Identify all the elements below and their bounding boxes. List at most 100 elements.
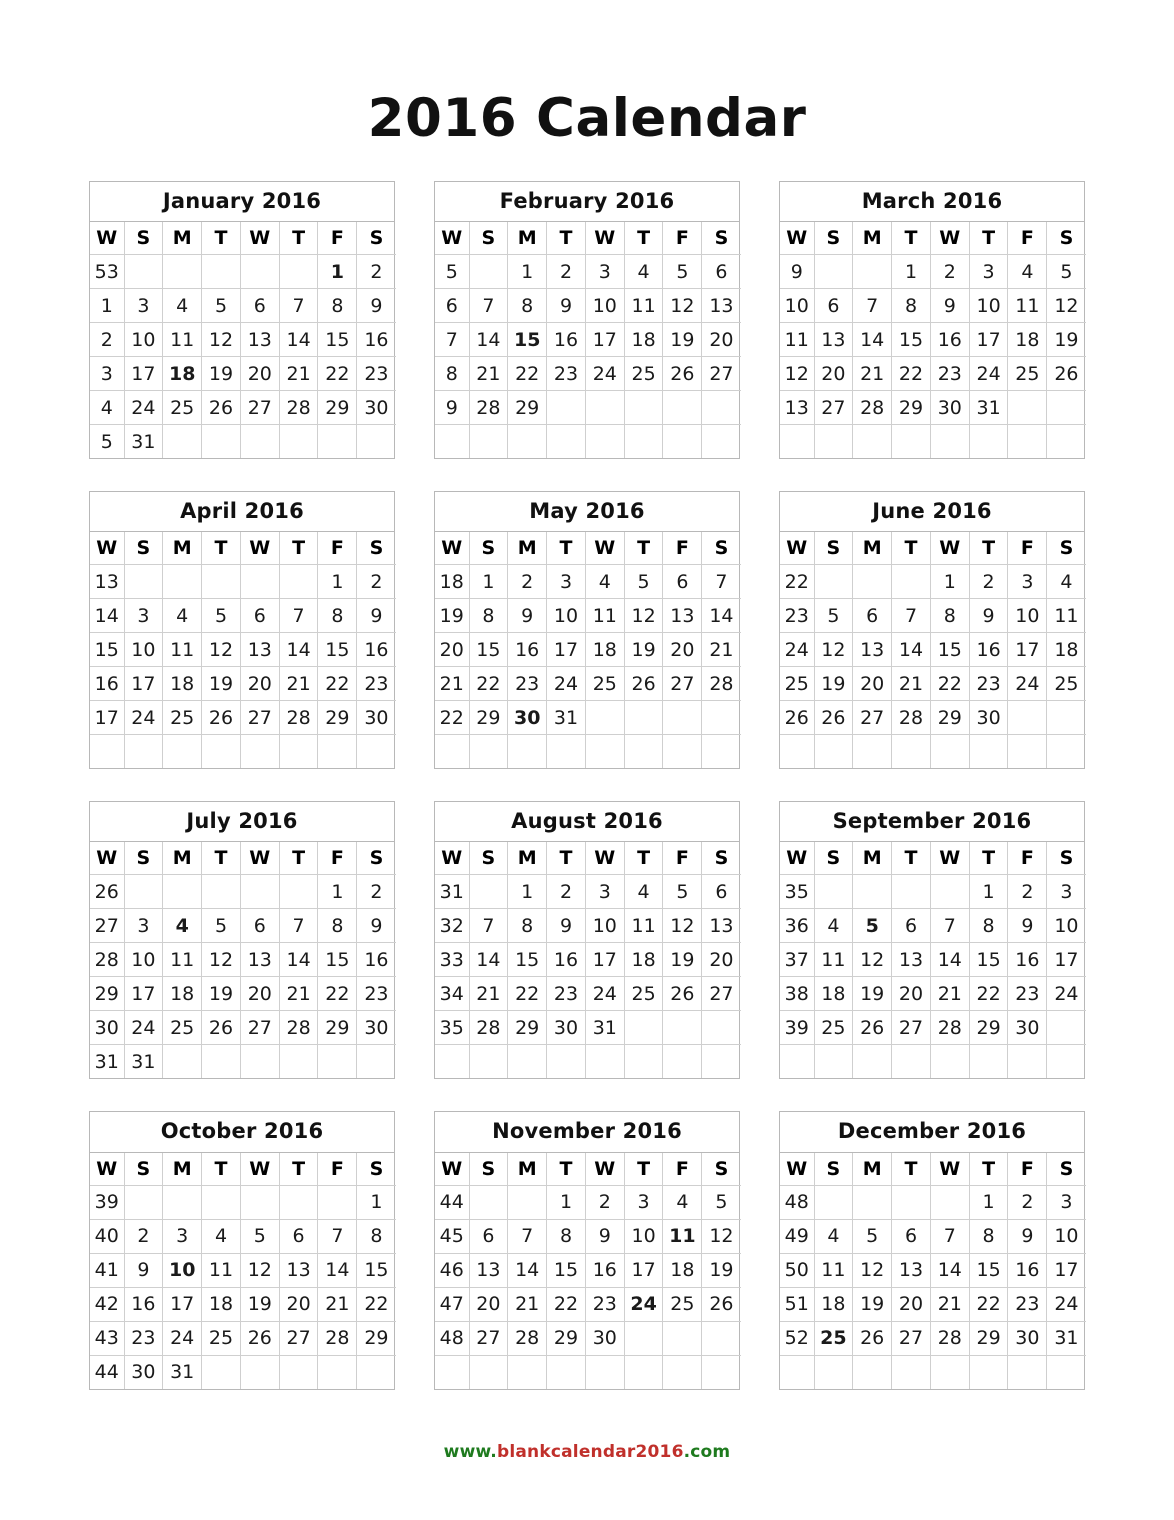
day-cell[interactable]: 30 [929, 390, 970, 426]
day-cell[interactable]: 18 [813, 1286, 854, 1322]
day-cell[interactable]: 16 [507, 632, 548, 668]
day-cell[interactable]: 27 [662, 666, 703, 702]
day-cell[interactable]: 7 [317, 1218, 358, 1254]
day-cell[interactable]: 20 [662, 632, 703, 668]
day-cell[interactable]: 27 [239, 1010, 280, 1046]
day-cell[interactable]: 12 [852, 1252, 893, 1288]
day-cell[interactable]: 28 [278, 1010, 319, 1046]
day-cell[interactable]: 13 [239, 322, 280, 358]
day-cell[interactable]: 6 [239, 288, 280, 324]
day-cell[interactable]: 3 [123, 908, 164, 944]
day-cell[interactable]: 18 [162, 666, 203, 702]
day-cell[interactable]: 10 [123, 632, 164, 668]
day-cell[interactable]: 26 [813, 700, 854, 736]
day-cell[interactable]: 31 [123, 1044, 164, 1079]
day-cell[interactable]: 20 [468, 1286, 509, 1322]
day-cell[interactable]: 14 [278, 942, 319, 978]
day-cell[interactable]: 7 [507, 1218, 548, 1254]
day-cell[interactable]: 7 [891, 598, 931, 634]
day-cell[interactable]: 12 [201, 942, 241, 978]
day-cell[interactable]: 20 [278, 1286, 319, 1322]
day-cell[interactable]: 20 [891, 976, 931, 1012]
day-cell[interactable]: 16 [584, 1252, 625, 1288]
day-cell[interactable]: 27 [891, 1320, 931, 1356]
day-cell[interactable]: 13 [468, 1252, 509, 1288]
day-cell[interactable]: 21 [701, 632, 741, 668]
day-cell[interactable]: 26 [1046, 356, 1086, 392]
day-cell[interactable]: 6 [813, 288, 854, 324]
day-cell[interactable]: 21 [507, 1286, 548, 1322]
day-cell[interactable]: 3 [623, 1184, 664, 1220]
day-cell[interactable]: 15 [929, 632, 970, 668]
day-cell[interactable]: 19 [852, 1286, 893, 1322]
day-cell[interactable]: 26 [852, 1010, 893, 1046]
day-cell[interactable]: 23 [356, 356, 396, 392]
day-cell[interactable]: 9 [356, 598, 396, 634]
day-cell[interactable]: 24 [123, 390, 164, 426]
day-cell[interactable]: 24 [546, 666, 586, 702]
day-cell[interactable]: 31 [1046, 1320, 1086, 1356]
day-cell[interactable]: 1 [891, 254, 931, 290]
day-cell[interactable]: 10 [546, 598, 586, 634]
day-cell[interactable]: 14 [468, 942, 509, 978]
day-cell-holiday[interactable]: 30 [507, 700, 548, 736]
day-cell[interactable]: 29 [468, 700, 509, 736]
day-cell[interactable]: 13 [891, 1252, 931, 1288]
day-cell[interactable]: 19 [201, 666, 241, 702]
day-cell-holiday[interactable]: 11 [662, 1218, 703, 1254]
day-cell[interactable]: 21 [278, 356, 319, 392]
day-cell[interactable]: 30 [356, 390, 396, 426]
day-cell[interactable]: 31 [162, 1354, 203, 1389]
day-cell[interactable]: 27 [891, 1010, 931, 1046]
day-cell[interactable]: 8 [968, 908, 1009, 944]
day-cell[interactable]: 24 [968, 356, 1009, 392]
day-cell[interactable]: 12 [813, 632, 854, 668]
day-cell[interactable]: 5 [852, 1218, 893, 1254]
footer-link[interactable]: www.blankcalendar2016.com [0, 1390, 1174, 1462]
day-cell[interactable]: 23 [968, 666, 1009, 702]
day-cell[interactable]: 17 [584, 942, 625, 978]
day-cell[interactable]: 1 [968, 874, 1009, 910]
day-cell[interactable]: 2 [123, 1218, 164, 1254]
day-cell[interactable]: 8 [317, 598, 358, 634]
day-cell[interactable]: 13 [852, 632, 893, 668]
day-cell[interactable]: 26 [852, 1320, 893, 1356]
day-cell[interactable]: 4 [813, 1218, 854, 1254]
day-cell[interactable]: 2 [356, 564, 396, 600]
day-cell[interactable]: 22 [891, 356, 931, 392]
day-cell[interactable]: 25 [201, 1320, 241, 1356]
day-cell[interactable]: 1 [468, 564, 509, 600]
day-cell[interactable]: 4 [162, 288, 203, 324]
day-cell[interactable]: 28 [468, 1010, 509, 1046]
day-cell[interactable]: 28 [929, 1320, 970, 1356]
day-cell[interactable]: 7 [701, 564, 741, 600]
day-cell[interactable]: 11 [623, 288, 664, 324]
day-cell[interactable]: 9 [507, 598, 548, 634]
day-cell[interactable]: 12 [852, 942, 893, 978]
day-cell[interactable]: 14 [701, 598, 741, 634]
day-cell[interactable]: 7 [929, 908, 970, 944]
day-cell[interactable]: 1 [317, 874, 358, 910]
day-cell[interactable]: 15 [317, 632, 358, 668]
day-cell[interactable]: 2 [929, 254, 970, 290]
day-cell[interactable]: 17 [162, 1286, 203, 1322]
day-cell[interactable]: 13 [239, 942, 280, 978]
day-cell-holiday[interactable]: 24 [623, 1286, 664, 1322]
day-cell[interactable]: 8 [507, 908, 548, 944]
day-cell[interactable]: 20 [239, 976, 280, 1012]
day-cell[interactable]: 10 [968, 288, 1009, 324]
day-cell[interactable]: 3 [968, 254, 1009, 290]
day-cell[interactable]: 22 [317, 666, 358, 702]
day-cell[interactable]: 6 [468, 1218, 509, 1254]
day-cell[interactable]: 9 [968, 598, 1009, 634]
day-cell[interactable]: 11 [162, 942, 203, 978]
day-cell[interactable]: 15 [317, 322, 358, 358]
day-cell[interactable]: 21 [929, 976, 970, 1012]
day-cell[interactable]: 1 [317, 564, 358, 600]
day-cell[interactable]: 4 [162, 598, 203, 634]
day-cell[interactable]: 24 [584, 356, 625, 392]
day-cell[interactable]: 1 [968, 1184, 1009, 1220]
day-cell[interactable]: 20 [813, 356, 854, 392]
day-cell[interactable]: 7 [278, 908, 319, 944]
day-cell[interactable]: 22 [317, 976, 358, 1012]
